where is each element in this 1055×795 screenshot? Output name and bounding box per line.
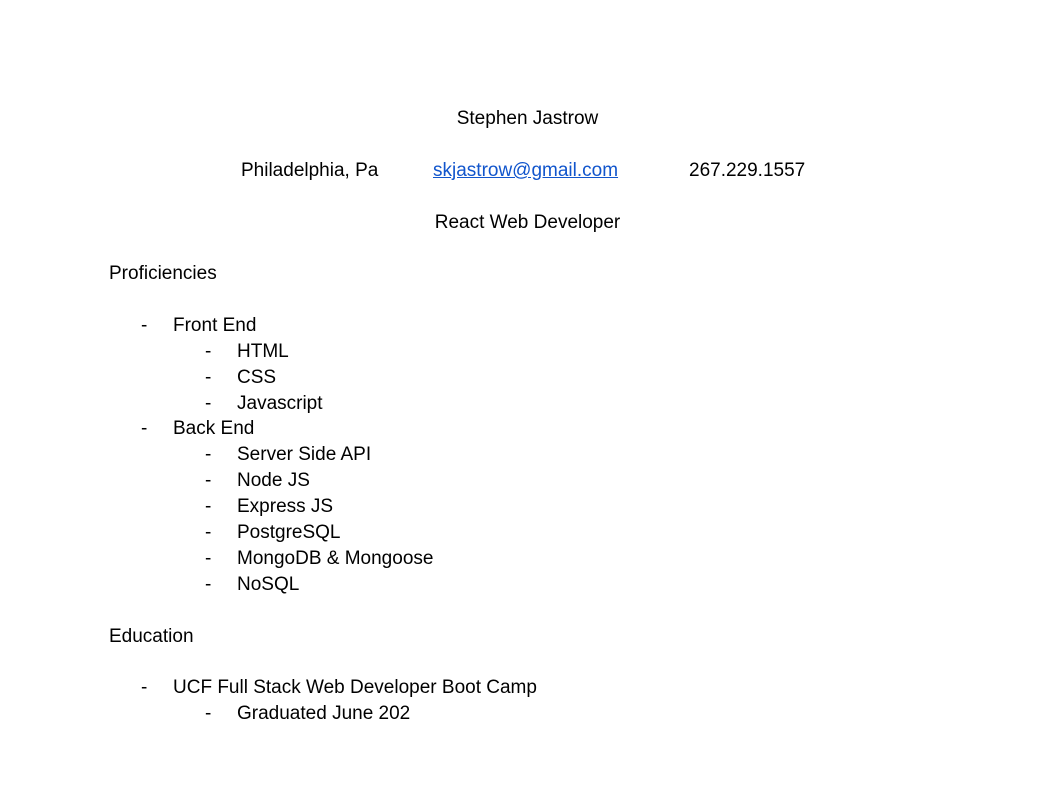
list-item: Node JS (237, 470, 310, 491)
bullet-marker: - (205, 367, 212, 388)
bullet-marker: - (141, 418, 148, 439)
list-item: Express JS (237, 496, 334, 517)
list-item-back-end: Back End (173, 418, 255, 439)
phone-text: 267.229.1557 (689, 160, 806, 181)
bullet-marker: - (205, 548, 212, 569)
bullet-marker: - (205, 444, 212, 465)
candidate-name: Stephen Jastrow (456, 108, 599, 129)
education-heading: Education (109, 626, 194, 647)
list-item: NoSQL (237, 574, 300, 595)
bullet-marker: - (205, 496, 212, 517)
role-title: React Web Developer (434, 212, 621, 233)
bullet-marker: - (205, 341, 212, 362)
bullet-marker: - (205, 703, 212, 724)
bullet-marker: - (205, 393, 212, 414)
email-link[interactable]: skjastrow@gmail.com (433, 160, 618, 182)
list-item: Graduated June 202 (237, 703, 411, 724)
bullet-marker: - (141, 315, 148, 336)
list-item: Server Side API (237, 444, 372, 465)
list-item: CSS (237, 367, 277, 388)
proficiencies-heading: Proficiencies (109, 263, 217, 284)
list-item: MongoDB & Mongoose (237, 548, 434, 569)
list-item: PostgreSQL (237, 522, 341, 543)
document-page: Stephen Jastrow Philadelphia, Pa skjastr… (0, 0, 1055, 795)
list-item-front-end: Front End (173, 315, 257, 336)
list-item: Javascript (237, 393, 323, 414)
bullet-marker: - (141, 677, 148, 698)
list-item: HTML (237, 341, 289, 362)
bullet-marker: - (205, 574, 212, 595)
location-text: Philadelphia, Pa (241, 160, 379, 181)
bullet-marker: - (205, 522, 212, 543)
bullet-marker: - (205, 470, 212, 491)
list-item-education: UCF Full Stack Web Developer Boot Camp (173, 677, 537, 698)
